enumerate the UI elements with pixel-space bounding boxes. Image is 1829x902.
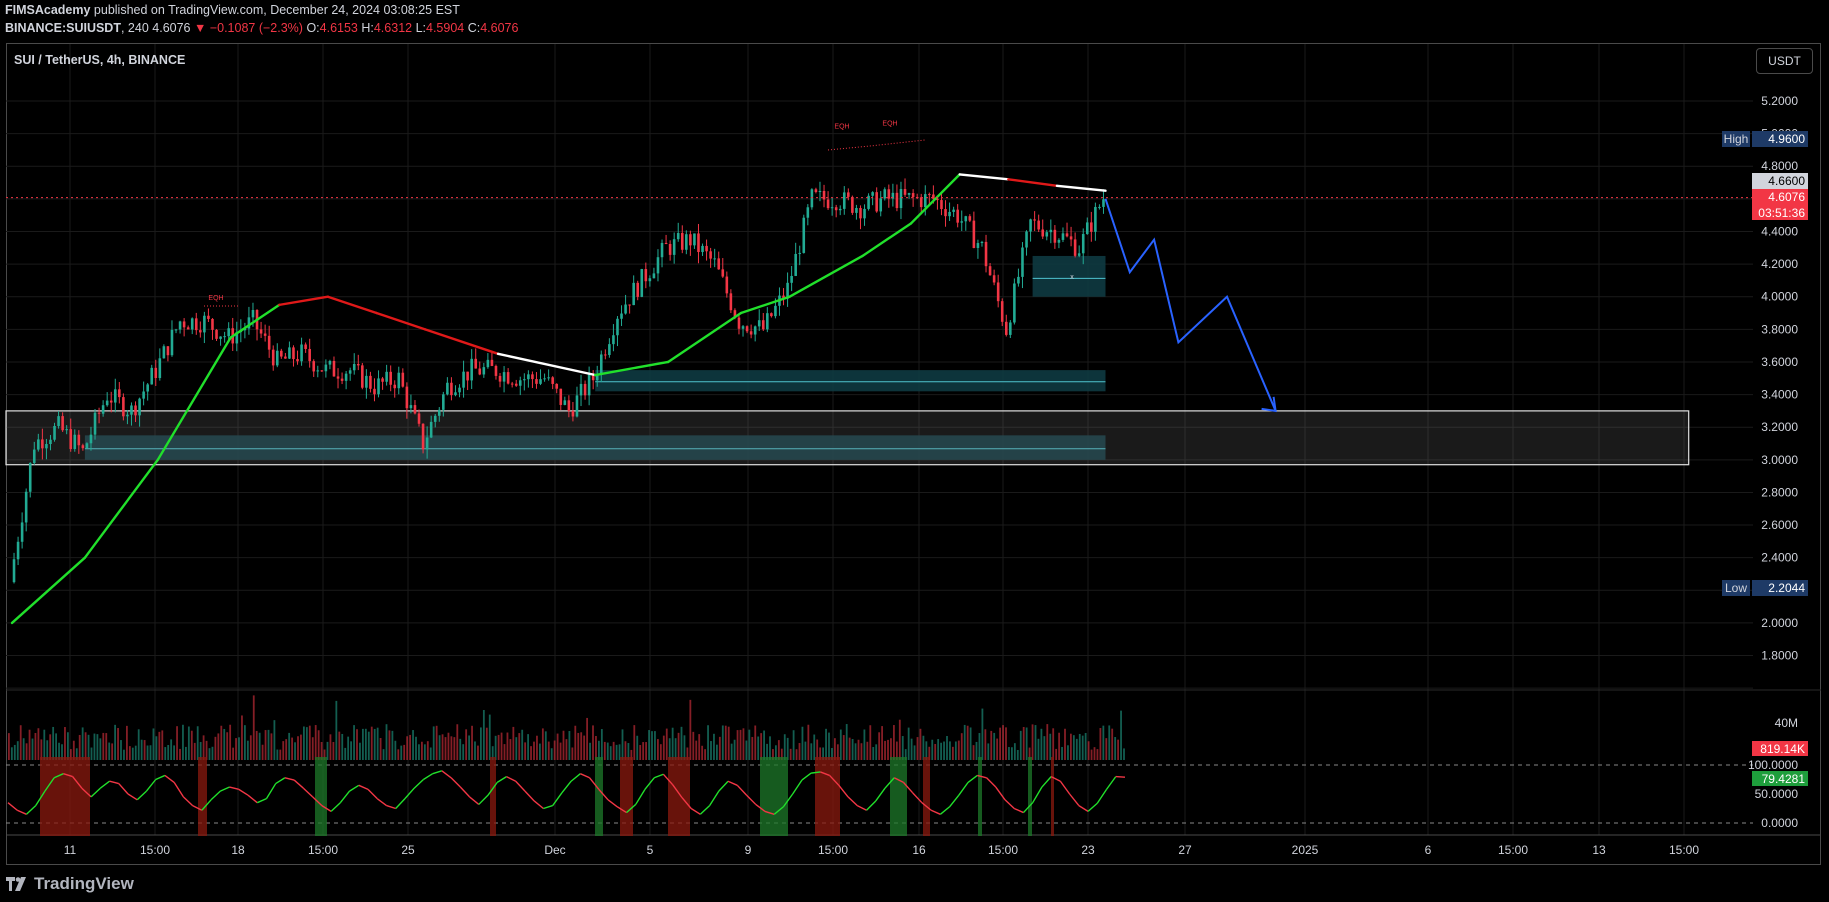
tradingview-logo-icon: [6, 877, 26, 891]
currency-button[interactable]: USDT: [1756, 48, 1813, 74]
down-arrow-icon: ▼: [193, 21, 207, 35]
chart-frame[interactable]: [6, 43, 1821, 865]
publisher-name: FIMSAcademy: [5, 3, 91, 17]
low-label: L:: [412, 21, 426, 35]
publish-info: FIMSAcademy published on TradingView.com…: [5, 3, 460, 17]
close-label: C:: [464, 21, 481, 35]
published-text: published on TradingView.com, December 2…: [90, 3, 460, 17]
price-change: −0.1087 (−2.3%): [206, 21, 307, 35]
open-value: 4.6153: [319, 21, 358, 35]
open-label: O:: [306, 21, 320, 35]
tradingview-logo-text: TradingView: [34, 874, 134, 893]
symbol-ohlc-line: BINANCE:SUIUSDT, 240 4.6076 ▼ −0.1087 (−…: [5, 21, 518, 35]
tradingview-logo[interactable]: TradingView: [6, 873, 134, 895]
symbol-name: BINANCE:SUIUSDT: [5, 21, 121, 35]
last-price: 4.6076: [152, 21, 191, 35]
high-value: 4.6312: [373, 21, 413, 35]
interval: , 240: [120, 21, 153, 35]
high-label: H:: [357, 21, 374, 35]
low-value: 4.5904: [426, 21, 465, 35]
close-value: 4.6076: [480, 21, 519, 35]
